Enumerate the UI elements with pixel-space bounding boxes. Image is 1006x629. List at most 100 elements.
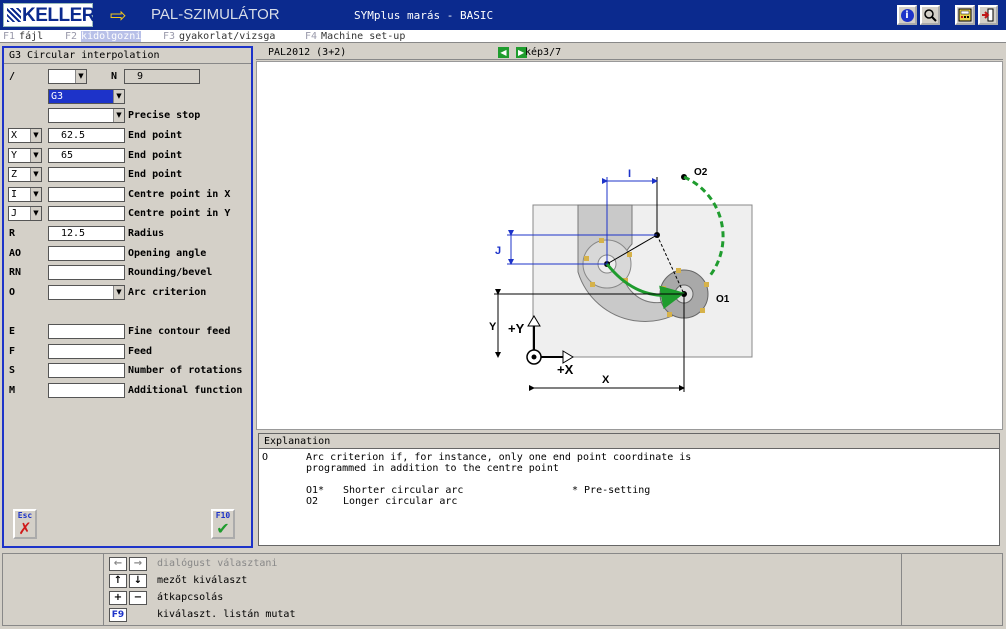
precise-stop-label: Precise stop: [128, 110, 201, 121]
chevron-down-icon: ▼: [113, 286, 124, 299]
feed-label: Feed: [128, 346, 153, 357]
chevron-down-icon: ▼: [30, 168, 41, 181]
explanation-line-2: programmed in addition to the centre poi…: [306, 463, 559, 474]
axis-select-i[interactable]: I ▼: [8, 187, 42, 202]
x-dimension-label: X: [602, 374, 610, 386]
g-code-select[interactable]: G3 ▼: [48, 89, 125, 104]
chevron-down-icon: ▼: [30, 129, 41, 142]
radius-label: Radius: [128, 228, 165, 239]
f-code: F: [9, 346, 16, 357]
confirm-button[interactable]: F10 ✔: [211, 509, 235, 539]
field-row-r: R 12.5 Radius: [4, 226, 251, 243]
axis-select-z[interactable]: Z ▼: [8, 167, 42, 182]
arc-criterion-select[interactable]: ▼: [48, 285, 125, 300]
cross-icon: ✗: [18, 519, 32, 538]
image-navigation: ◀ ▶: [498, 47, 527, 60]
arrow-up-key-icon: ↑: [109, 574, 127, 588]
axis-select-y[interactable]: Y ▼: [8, 148, 42, 163]
field-row-rn: RN Rounding/bevel: [4, 265, 251, 282]
rounding-label: Rounding/bevel: [128, 267, 213, 278]
axis-select-x[interactable]: X ▼: [8, 128, 42, 143]
fine-feed-label: Fine contour feed: [128, 326, 231, 337]
arrow-right-icon: ▶: [518, 48, 525, 57]
feed-input[interactable]: [48, 344, 125, 359]
dialog-title: G3 Circular interpolation: [4, 48, 251, 64]
explanation-code: O: [262, 452, 269, 463]
n-label: N: [111, 71, 118, 82]
field-row-y: Y ▼ 65 End point: [4, 148, 251, 165]
option-o2-code: O2: [306, 496, 319, 507]
skip-select[interactable]: ▼: [48, 69, 87, 84]
fine-feed-input[interactable]: [48, 324, 125, 339]
document-title: SYMplus marás - BASIC: [354, 9, 494, 22]
additional-function-input[interactable]: [48, 383, 125, 398]
m-code: M: [9, 385, 16, 396]
checkmark-icon: ✔: [216, 519, 230, 538]
o1-label: O1: [716, 294, 730, 305]
explanation-panel: Explanation O Arc criterion if, for inst…: [258, 433, 1000, 546]
previous-image-button[interactable]: ◀: [498, 47, 509, 58]
g-code-value: G3: [51, 91, 64, 102]
arrow-right-key-icon: →: [129, 557, 147, 571]
field-row-s: S Number of rotations: [4, 363, 251, 380]
s-code: S: [9, 365, 16, 376]
field-row-j: J ▼ Centre point in Y: [4, 206, 251, 223]
menu-practice-exam[interactable]: F3 gyakorlat/vizsga: [163, 30, 275, 43]
chevron-down-icon: ▼: [30, 188, 41, 201]
f9-key-icon: F9: [109, 608, 127, 622]
chevron-down-icon: ▼: [113, 90, 124, 103]
j-centre-input[interactable]: [48, 206, 125, 221]
viewer-header: [256, 46, 1003, 60]
arrow-down-key-icon: ↓: [129, 574, 147, 588]
info-button[interactable]: i: [897, 5, 917, 25]
presetting-note: * Pre-setting: [572, 485, 651, 496]
calculator-icon: [958, 8, 972, 22]
j-centre-label: Centre point in Y: [128, 208, 231, 219]
plus-x-label: +X: [557, 362, 574, 377]
menu-machine-setup[interactable]: F4 Machine set-up: [305, 30, 405, 43]
keller-logo-mark-icon: [7, 8, 21, 22]
field-row-f: F Feed: [4, 344, 251, 361]
x-end-input[interactable]: 62.5: [48, 128, 125, 143]
o2-label: O2: [694, 167, 708, 178]
field-row-m: M Additional function: [4, 383, 251, 400]
calculator-button[interactable]: [955, 5, 975, 25]
info-icon: i: [900, 8, 914, 22]
option-o1-text: Shorter circular arc: [343, 485, 464, 496]
i-centre-input[interactable]: [48, 187, 125, 202]
rounding-input[interactable]: [48, 265, 125, 280]
block-row: / ▼ N 9: [4, 69, 251, 86]
cancel-button[interactable]: Esc ✗: [13, 509, 37, 539]
x-end-label: End point: [128, 130, 183, 141]
radius-input[interactable]: 12.5: [48, 226, 125, 241]
rotations-input[interactable]: [48, 363, 125, 378]
z-end-input[interactable]: [48, 167, 125, 182]
precise-stop-select[interactable]: ▼: [48, 108, 125, 123]
exit-button[interactable]: [978, 5, 998, 25]
chevron-down-icon: ▼: [75, 70, 86, 83]
opening-angle-input[interactable]: [48, 246, 125, 261]
search-button[interactable]: [920, 5, 940, 25]
i-dimension-label: I: [628, 168, 631, 180]
axis-select-j[interactable]: J ▼: [8, 206, 42, 221]
menu-bar: F1 fájl F2 kidolgozni F3 gyakorlat/vizsga F…: [0, 30, 1006, 43]
field-row-o: O ▼ Arc criterion: [4, 285, 251, 302]
r-code: R: [9, 228, 16, 239]
j-dimension-label: J: [495, 245, 501, 257]
exit-door-icon: [982, 8, 994, 22]
program-title: PAL2012 (3+2): [268, 47, 347, 58]
workpiece: [532, 204, 753, 358]
arc-illustration: I J Y X +Y +X O2 O1: [489, 167, 753, 392]
menu-file[interactable]: F1 fájl: [3, 30, 43, 43]
plus-key-icon: +: [109, 591, 127, 605]
arrow-left-key-icon: ←: [109, 557, 127, 571]
i-centre-label: Centre point in X: [128, 189, 231, 200]
menu-edit[interactable]: F2 kidolgozni: [65, 30, 142, 43]
skip-label: /: [9, 71, 16, 82]
e-code: E: [9, 326, 16, 337]
z-end-label: End point: [128, 169, 183, 180]
key-help-toggle: átkapcsolás: [157, 592, 224, 603]
y-end-input[interactable]: 65: [48, 148, 125, 163]
n-field: 9: [124, 69, 200, 84]
magnifier-icon: [924, 9, 937, 22]
